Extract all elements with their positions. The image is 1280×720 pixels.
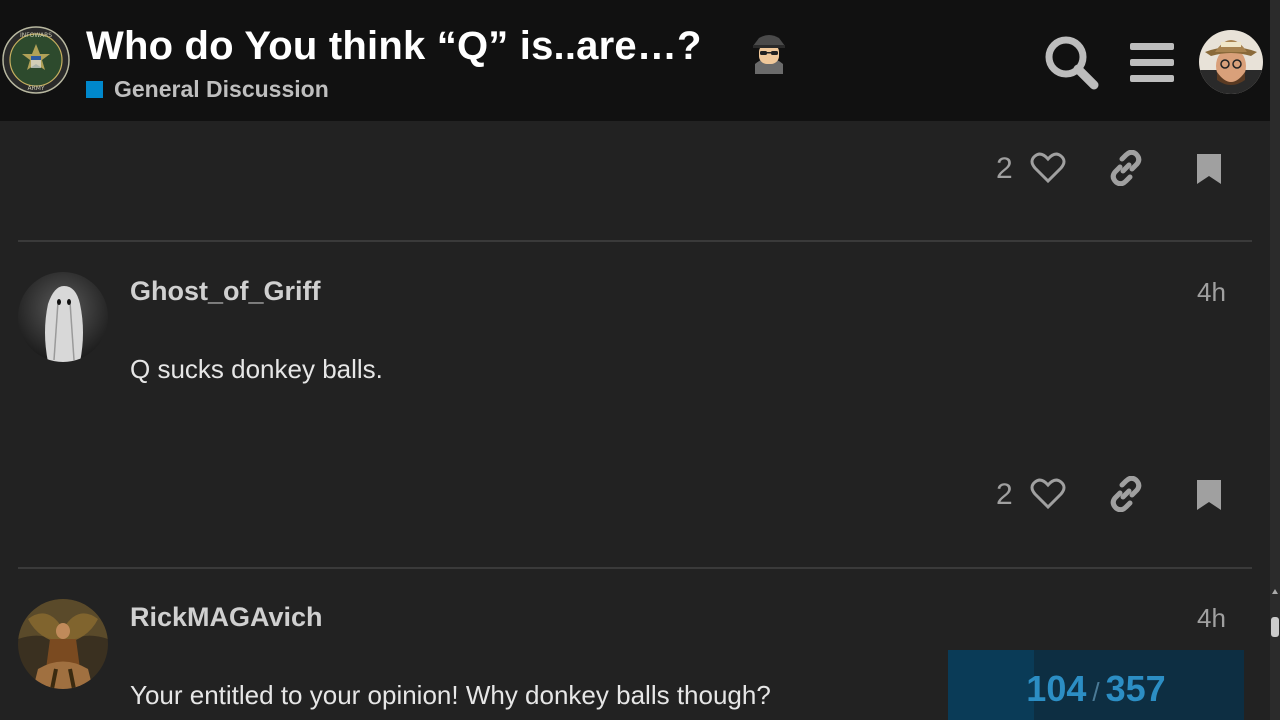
topic-title[interactable]: Who do You think “Q” is..are…? (86, 24, 702, 69)
post-timestamp[interactable]: 4h (1197, 603, 1226, 634)
hamburger-menu-icon[interactable] (1126, 38, 1178, 86)
progress-total: 357 (1105, 668, 1166, 709)
bookmark-icon[interactable] (1195, 152, 1223, 186)
category-badge[interactable]: General Discussion (86, 76, 329, 102)
page-scrollbar[interactable] (1270, 0, 1280, 720)
svg-text:ARMY: ARMY (27, 85, 44, 92)
link-icon[interactable] (1108, 476, 1144, 512)
detective-emoji-icon (753, 35, 785, 74)
search-icon[interactable] (1042, 34, 1100, 90)
warrior-avatar[interactable] (18, 599, 108, 689)
scroll-up-arrow-icon[interactable] (1272, 588, 1278, 598)
link-icon[interactable] (1108, 150, 1144, 186)
post-body: Your entitled to your opinion! Why donke… (130, 680, 771, 710)
post-body: Q sucks donkey balls. (130, 354, 383, 384)
heart-icon[interactable] (1030, 152, 1066, 184)
ghost-avatar[interactable] (18, 272, 108, 362)
post-divider (18, 240, 1252, 242)
post-username[interactable]: Ghost_of_Griff (130, 276, 321, 307)
infowars-army-logo[interactable]: INFOWARS ARMY (2, 26, 70, 94)
category-label: General Discussion (114, 75, 329, 102)
category-color-square (86, 80, 103, 98)
post-timestamp[interactable]: 4h (1197, 277, 1226, 308)
user-avatar[interactable] (1199, 30, 1263, 94)
post-username[interactable]: RickMAGAvich (130, 602, 323, 633)
post-actions: 2 (990, 476, 1230, 516)
site-header: INFOWARS ARMY Who do You think “Q” is..a… (0, 0, 1270, 121)
topic-progress[interactable]: 104/357 (948, 650, 1244, 720)
post-divider (18, 567, 1252, 569)
like-count: 2 (996, 478, 1013, 511)
post-actions: 2 (990, 150, 1230, 190)
svg-text:INFOWARS: INFOWARS (20, 32, 52, 39)
progress-separator: / (1092, 677, 1100, 707)
like-count: 2 (996, 152, 1013, 185)
progress-current: 104 (1026, 668, 1087, 709)
bookmark-icon[interactable] (1195, 478, 1223, 512)
heart-icon[interactable] (1030, 478, 1066, 510)
topic-progress-label: 104/357 (948, 668, 1244, 710)
scrollbar-thumb[interactable] (1271, 617, 1279, 637)
